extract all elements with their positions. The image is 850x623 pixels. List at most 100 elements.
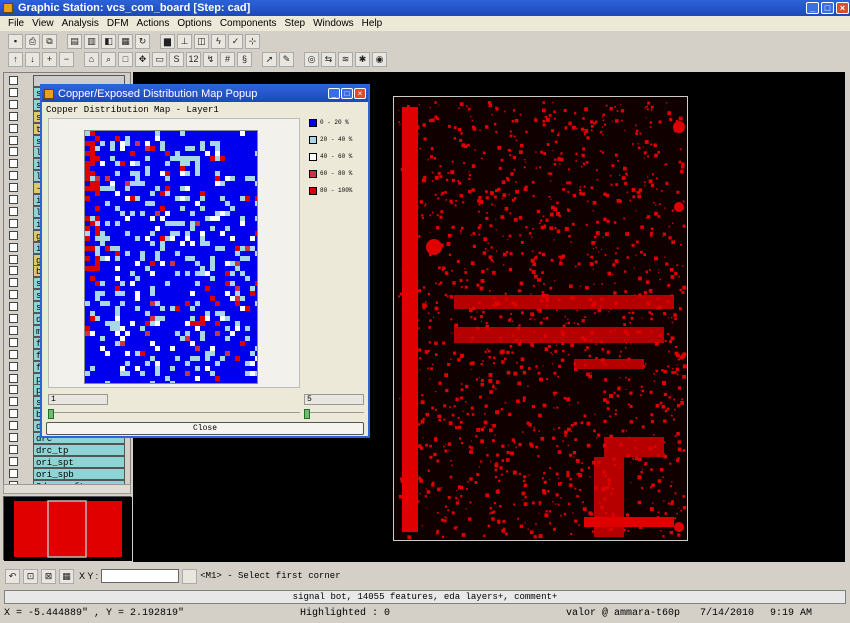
minimize-button[interactable]: _ — [806, 2, 819, 14]
layer-checkbox[interactable] — [9, 373, 18, 383]
layer-checkbox[interactable] — [9, 123, 18, 133]
layer-row[interactable]: drc_tp — [6, 443, 130, 456]
s2-icon[interactable]: § — [237, 51, 252, 67]
target-icon[interactable]: ◎ — [304, 51, 319, 67]
select-mode-icon[interactable]: ⊠ — [41, 568, 56, 584]
layer-checkbox[interactable] — [9, 135, 18, 145]
profile-icon[interactable]: ◫ — [194, 33, 209, 49]
layer-checkbox[interactable] — [9, 159, 18, 169]
up-arrow-icon[interactable]: ↑ — [8, 51, 23, 67]
layer-checkbox[interactable] — [9, 218, 18, 228]
layer-checkbox[interactable] — [9, 325, 18, 335]
box-icon[interactable]: ▭ — [152, 51, 167, 67]
measure-icon[interactable]: ⊥ — [177, 33, 192, 49]
close-button[interactable]: × — [836, 2, 849, 14]
menu-view[interactable]: View — [28, 16, 58, 31]
layer-checkbox[interactable] — [9, 266, 18, 276]
layer-name[interactable]: drc_tp — [33, 443, 125, 456]
menu-options[interactable]: Options — [173, 16, 215, 31]
refresh-icon[interactable]: ↻ — [135, 33, 150, 49]
right-slider[interactable] — [304, 409, 364, 420]
layer-checkbox[interactable] — [9, 147, 18, 157]
pen-icon[interactable]: ✎ — [279, 51, 294, 67]
menu-dfm[interactable]: DFM — [103, 16, 133, 31]
book-icon[interactable]: ▥ — [84, 33, 99, 49]
layer-row[interactable]: ori_spb — [6, 467, 130, 480]
grid-icon[interactable]: ▦ — [118, 33, 133, 49]
zoom-in-icon[interactable]: + — [42, 51, 57, 67]
chart-icon[interactable]: ▆ — [160, 33, 175, 49]
layer-checkbox[interactable] — [9, 76, 18, 85]
layer-checkbox[interactable] — [9, 456, 18, 466]
layer-checkbox[interactable] — [9, 421, 18, 431]
popup-minimize-button[interactable]: _ — [328, 88, 340, 99]
popup-close-button[interactable]: × — [354, 88, 366, 99]
fit-icon[interactable]: □ — [118, 51, 133, 67]
layer-checkbox[interactable] — [9, 361, 18, 371]
layer-checkbox[interactable] — [9, 87, 18, 97]
popup-close-action-button[interactable]: Close — [46, 422, 364, 435]
layer-checkbox[interactable] — [9, 349, 18, 359]
layer-checkbox[interactable] — [9, 337, 18, 347]
layer-list-scrollbar[interactable] — [3, 484, 131, 494]
menu-file[interactable]: File — [4, 16, 28, 31]
layer-checkbox[interactable] — [9, 230, 18, 240]
menu-help[interactable]: Help — [358, 16, 387, 31]
layer-checkbox[interactable] — [9, 242, 18, 252]
layers-icon[interactable]: ▤ — [67, 33, 82, 49]
palette-icon[interactable]: ◧ — [101, 33, 116, 49]
layer-checkbox[interactable] — [9, 183, 18, 193]
layer-checkbox[interactable] — [9, 290, 18, 300]
layer-checkbox[interactable] — [9, 278, 18, 288]
compare-icon[interactable]: ⇆ — [321, 51, 336, 67]
coordinate-input[interactable] — [101, 569, 180, 583]
maximize-button[interactable]: □ — [821, 2, 834, 14]
layer-checkbox[interactable] — [9, 254, 18, 264]
undo-icon[interactable]: ↶ — [5, 568, 20, 584]
zoom-out-icon[interactable]: − — [59, 51, 74, 67]
print-icon[interactable]: ⎙ — [25, 33, 40, 49]
pcb-board-view[interactable] — [393, 96, 688, 541]
layer-checkbox[interactable] — [9, 385, 18, 395]
down-arrow-icon[interactable]: ↓ — [25, 51, 40, 67]
layer-name[interactable]: ori_spt — [33, 455, 125, 468]
layer-checkbox[interactable] — [9, 397, 18, 407]
s-icon[interactable]: S — [169, 51, 184, 67]
layer-checkbox[interactable] — [9, 171, 18, 181]
route-icon[interactable]: ↯ — [203, 51, 218, 67]
lightning-icon[interactable]: ϟ — [211, 33, 226, 49]
12-icon[interactable]: 12 — [186, 51, 201, 67]
layer-row[interactable]: ori_spt — [6, 455, 130, 468]
layer-checkbox[interactable] — [9, 433, 18, 442]
menu-actions[interactable]: Actions — [133, 16, 174, 31]
right-slider-knob[interactable] — [304, 409, 310, 419]
layer-checkbox[interactable] — [9, 409, 18, 419]
save-icon[interactable]: ▪ — [8, 33, 23, 49]
layer-checkbox[interactable] — [9, 111, 18, 121]
grid-mode-icon[interactable]: ▦ — [59, 568, 74, 584]
left-slider-knob[interactable] — [48, 409, 54, 419]
layer-checkbox[interactable] — [9, 314, 18, 323]
menu-step[interactable]: Step — [281, 16, 310, 31]
popup-maximize-button[interactable]: □ — [341, 88, 353, 99]
grid2-icon[interactable]: # — [220, 51, 235, 67]
layer-checkbox[interactable] — [9, 195, 18, 204]
find-icon[interactable]: ⌕ — [101, 51, 116, 67]
copper-distribution-map[interactable] — [85, 131, 260, 386]
wire-icon[interactable]: ≋ — [338, 51, 353, 67]
menu-windows[interactable]: Windows — [309, 16, 358, 31]
menu-analysis[interactable]: Analysis — [58, 16, 103, 31]
layer-checkbox[interactable] — [9, 468, 18, 478]
layer-checkbox[interactable] — [9, 444, 18, 454]
board-thumbnail[interactable] — [3, 496, 132, 561]
copy-icon[interactable]: ⧉ — [42, 33, 57, 49]
menu-components[interactable]: Components — [216, 16, 281, 31]
layer-checkbox[interactable] — [9, 302, 18, 312]
home-icon[interactable]: ⌂ — [84, 51, 99, 67]
layer-checkbox[interactable] — [9, 99, 18, 109]
left-slider[interactable] — [48, 409, 300, 420]
layer-name[interactable]: ori_spb — [33, 467, 125, 480]
snap-mode-icon[interactable]: ⊡ — [23, 568, 38, 584]
check-icon[interactable]: ✓ — [228, 33, 243, 49]
input-toggle-icon[interactable] — [182, 568, 198, 584]
